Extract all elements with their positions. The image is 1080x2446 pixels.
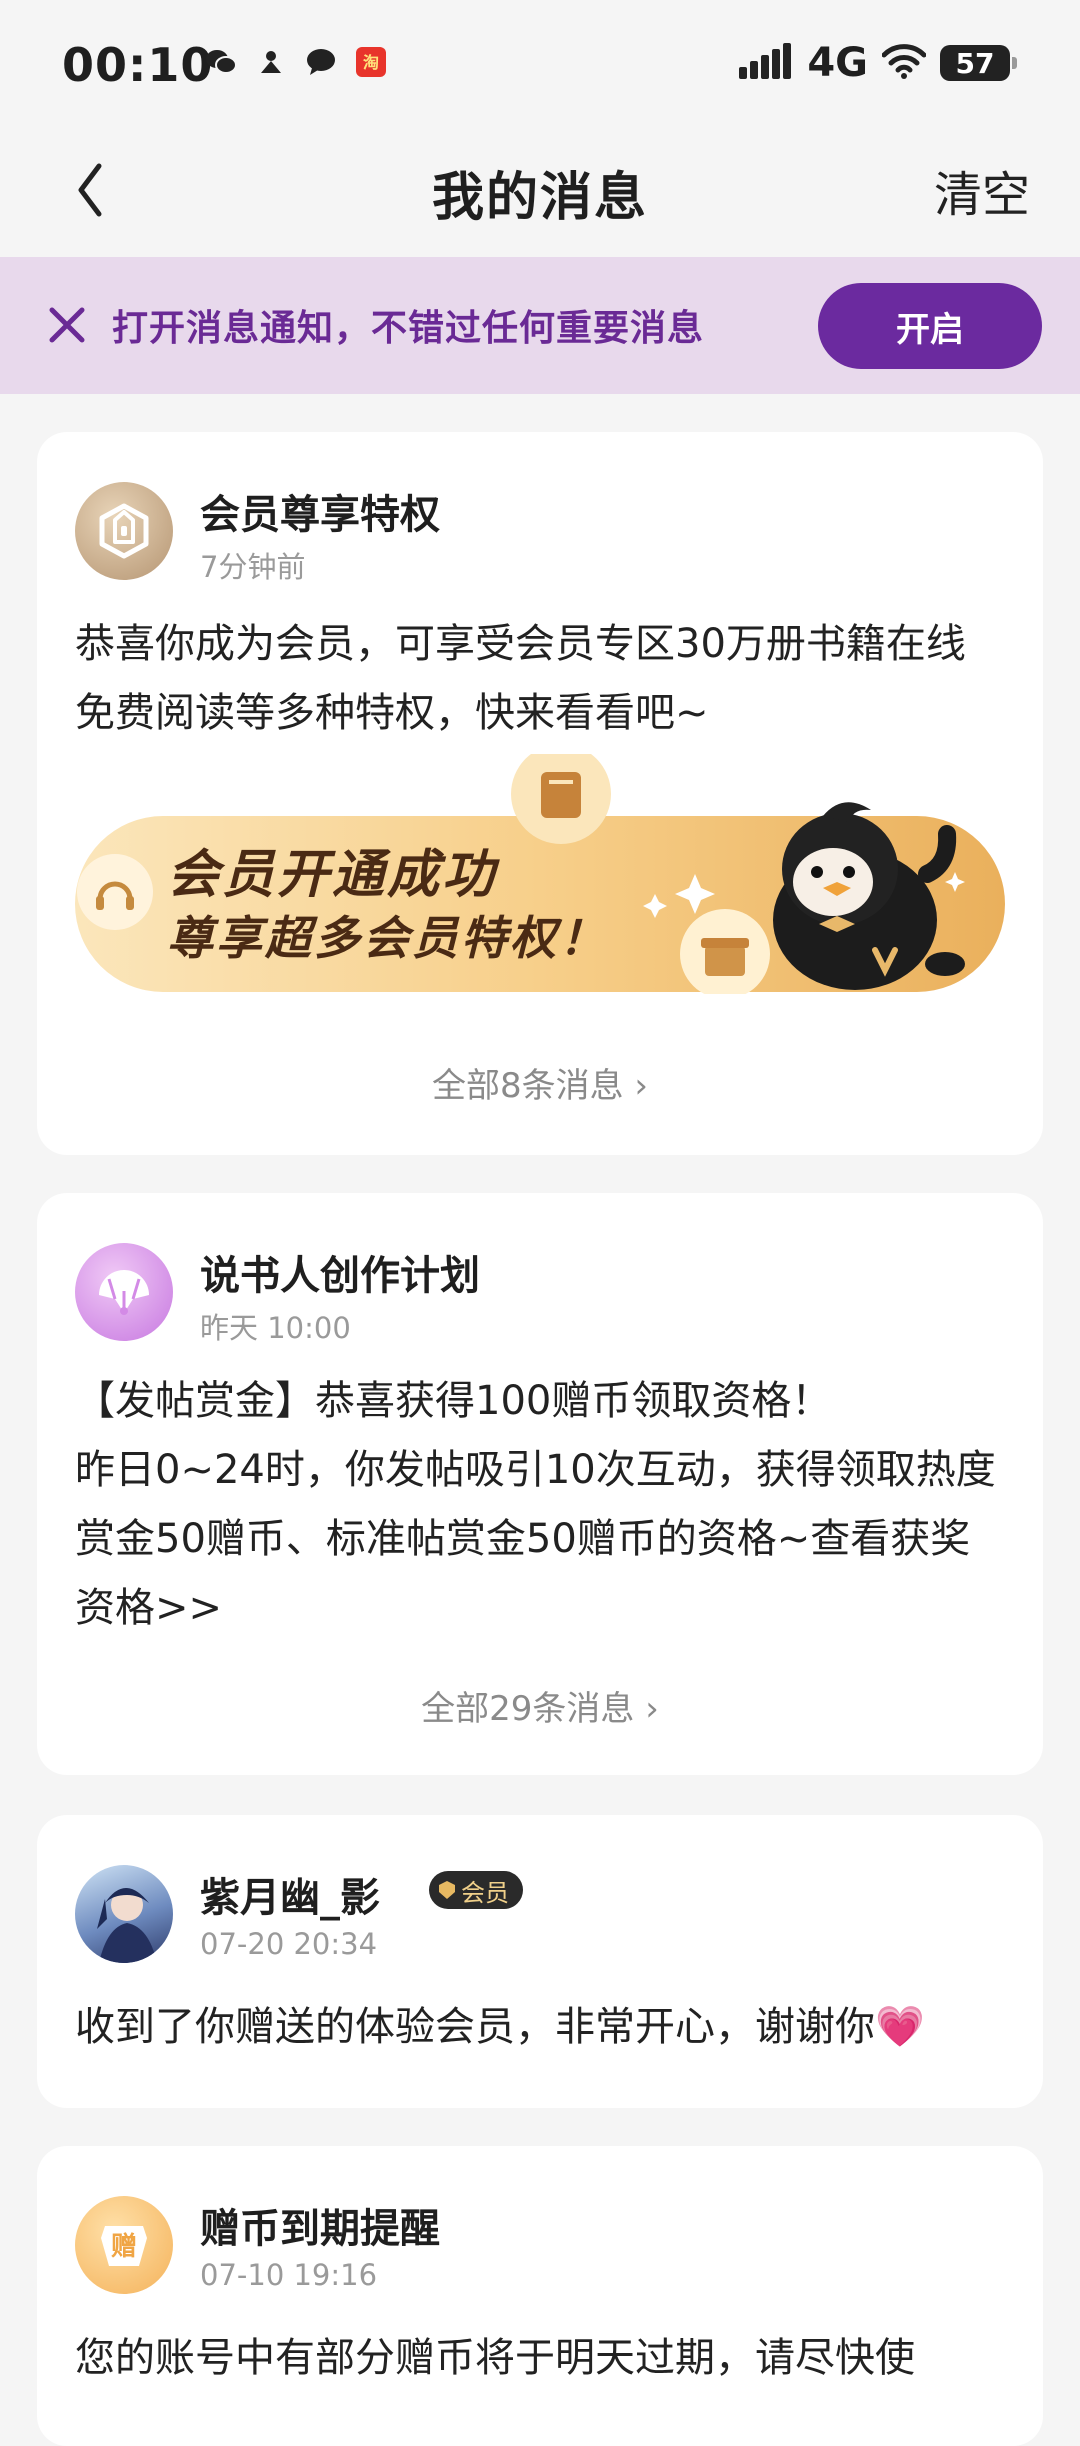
status-right-icons: 4G 57 [739, 40, 1017, 86]
clear-button[interactable]: 清空 [934, 155, 1030, 225]
card-title: 会员尊享特权 [200, 492, 440, 538]
message-card-creator-plan[interactable]: 说书人创作计划 昨天 10:00 【发帖赏金】恭喜获得100赠币领取资格！ 昨日… [37, 1193, 1043, 1775]
status-time: 00:10 [62, 38, 214, 92]
membership-avatar [75, 482, 173, 580]
coin-expiry-avatar: 赠 [75, 2196, 173, 2294]
status-notification-icons: 淘 [205, 46, 387, 78]
vip-shield-icon [439, 1881, 455, 1899]
promo-subheadline: 尊享超多会员特权！ [167, 911, 608, 965]
message-icon [305, 46, 337, 78]
card-title: 紫月幽_影 [200, 1875, 380, 1921]
message-card-user[interactable]: 紫月幽_影 会员 07-20 20:34 收到了你赠送的体验会员，非常开心，谢谢… [37, 1815, 1043, 2108]
page-title: 我的消息 [431, 168, 648, 228]
vip-badge: 会员 [429, 1871, 523, 1909]
vip-badge-label: 会员 [461, 1878, 509, 1907]
card-timestamp: 07-10 19:16 [200, 2258, 378, 2292]
coin-expiry-avatar-glyph: 赠 [110, 2232, 137, 2262]
card-timestamp: 7分钟前 [200, 550, 306, 584]
app-icon [255, 46, 287, 78]
card-timestamp: 07-20 20:34 [200, 1927, 378, 1961]
card-body: 【发帖赏金】恭喜获得100赠币领取资格！ 昨日0~24时，你发帖吸引10次互动，… [75, 1378, 996, 1631]
network-type: 4G [807, 40, 868, 86]
creator-plan-avatar [75, 1243, 173, 1341]
notification-banner-text: 打开消息通知，不错过任何重要消息 [112, 308, 705, 349]
close-icon[interactable] [42, 300, 92, 350]
signal-icon [739, 43, 793, 83]
battery-icon: 57 [940, 45, 1017, 81]
avatar[interactable] [75, 1865, 173, 1963]
wechat-icon [205, 46, 237, 78]
enable-notifications-button[interactable]: 开启 [818, 283, 1042, 369]
view-all-messages-link[interactable]: 全部8条消息 › [37, 1058, 1043, 1107]
view-all-messages-link[interactable]: 全部29条消息 › [37, 1681, 1043, 1730]
card-body: 收到了你赠送的体验会员，非常开心，谢谢你💗 [75, 2004, 925, 2050]
nav-bar: 我的消息 清空 [0, 125, 1080, 257]
message-card-coin-expiry[interactable]: 赠 赠币到期提醒 07-10 19:16 您的账号中有部分赠币将于明天过期，请尽… [37, 2146, 1043, 2446]
card-body: 恭喜你成为会员，可享受会员专区30万册书籍在线免费阅读等多种特权，快来看看吧~ [75, 621, 966, 736]
notification-banner: 打开消息通知，不错过任何重要消息 开启 [0, 257, 1080, 394]
card-title: 说书人创作计划 [200, 1253, 480, 1299]
card-title: 赠币到期提醒 [200, 2206, 440, 2252]
taobao-icon: 淘 [355, 46, 387, 78]
card-body: 您的账号中有部分赠币将于明天过期，请尽快使 [75, 2335, 915, 2381]
message-card-membership[interactable]: 会员尊享特权 7分钟前 恭喜你成为会员，可享受会员专区30万册书籍在线免费阅读等… [37, 432, 1043, 1155]
membership-promo-banner[interactable]: 会员开通成功 尊享超多会员特权！ [75, 754, 1005, 1014]
card-timestamp: 昨天 10:00 [200, 1311, 351, 1345]
status-bar: 00:10 淘 4G 57 [0, 0, 1080, 125]
promo-headline: 会员开通成功 [167, 845, 498, 905]
wifi-icon [881, 43, 927, 83]
svg-text:淘: 淘 [363, 53, 379, 72]
